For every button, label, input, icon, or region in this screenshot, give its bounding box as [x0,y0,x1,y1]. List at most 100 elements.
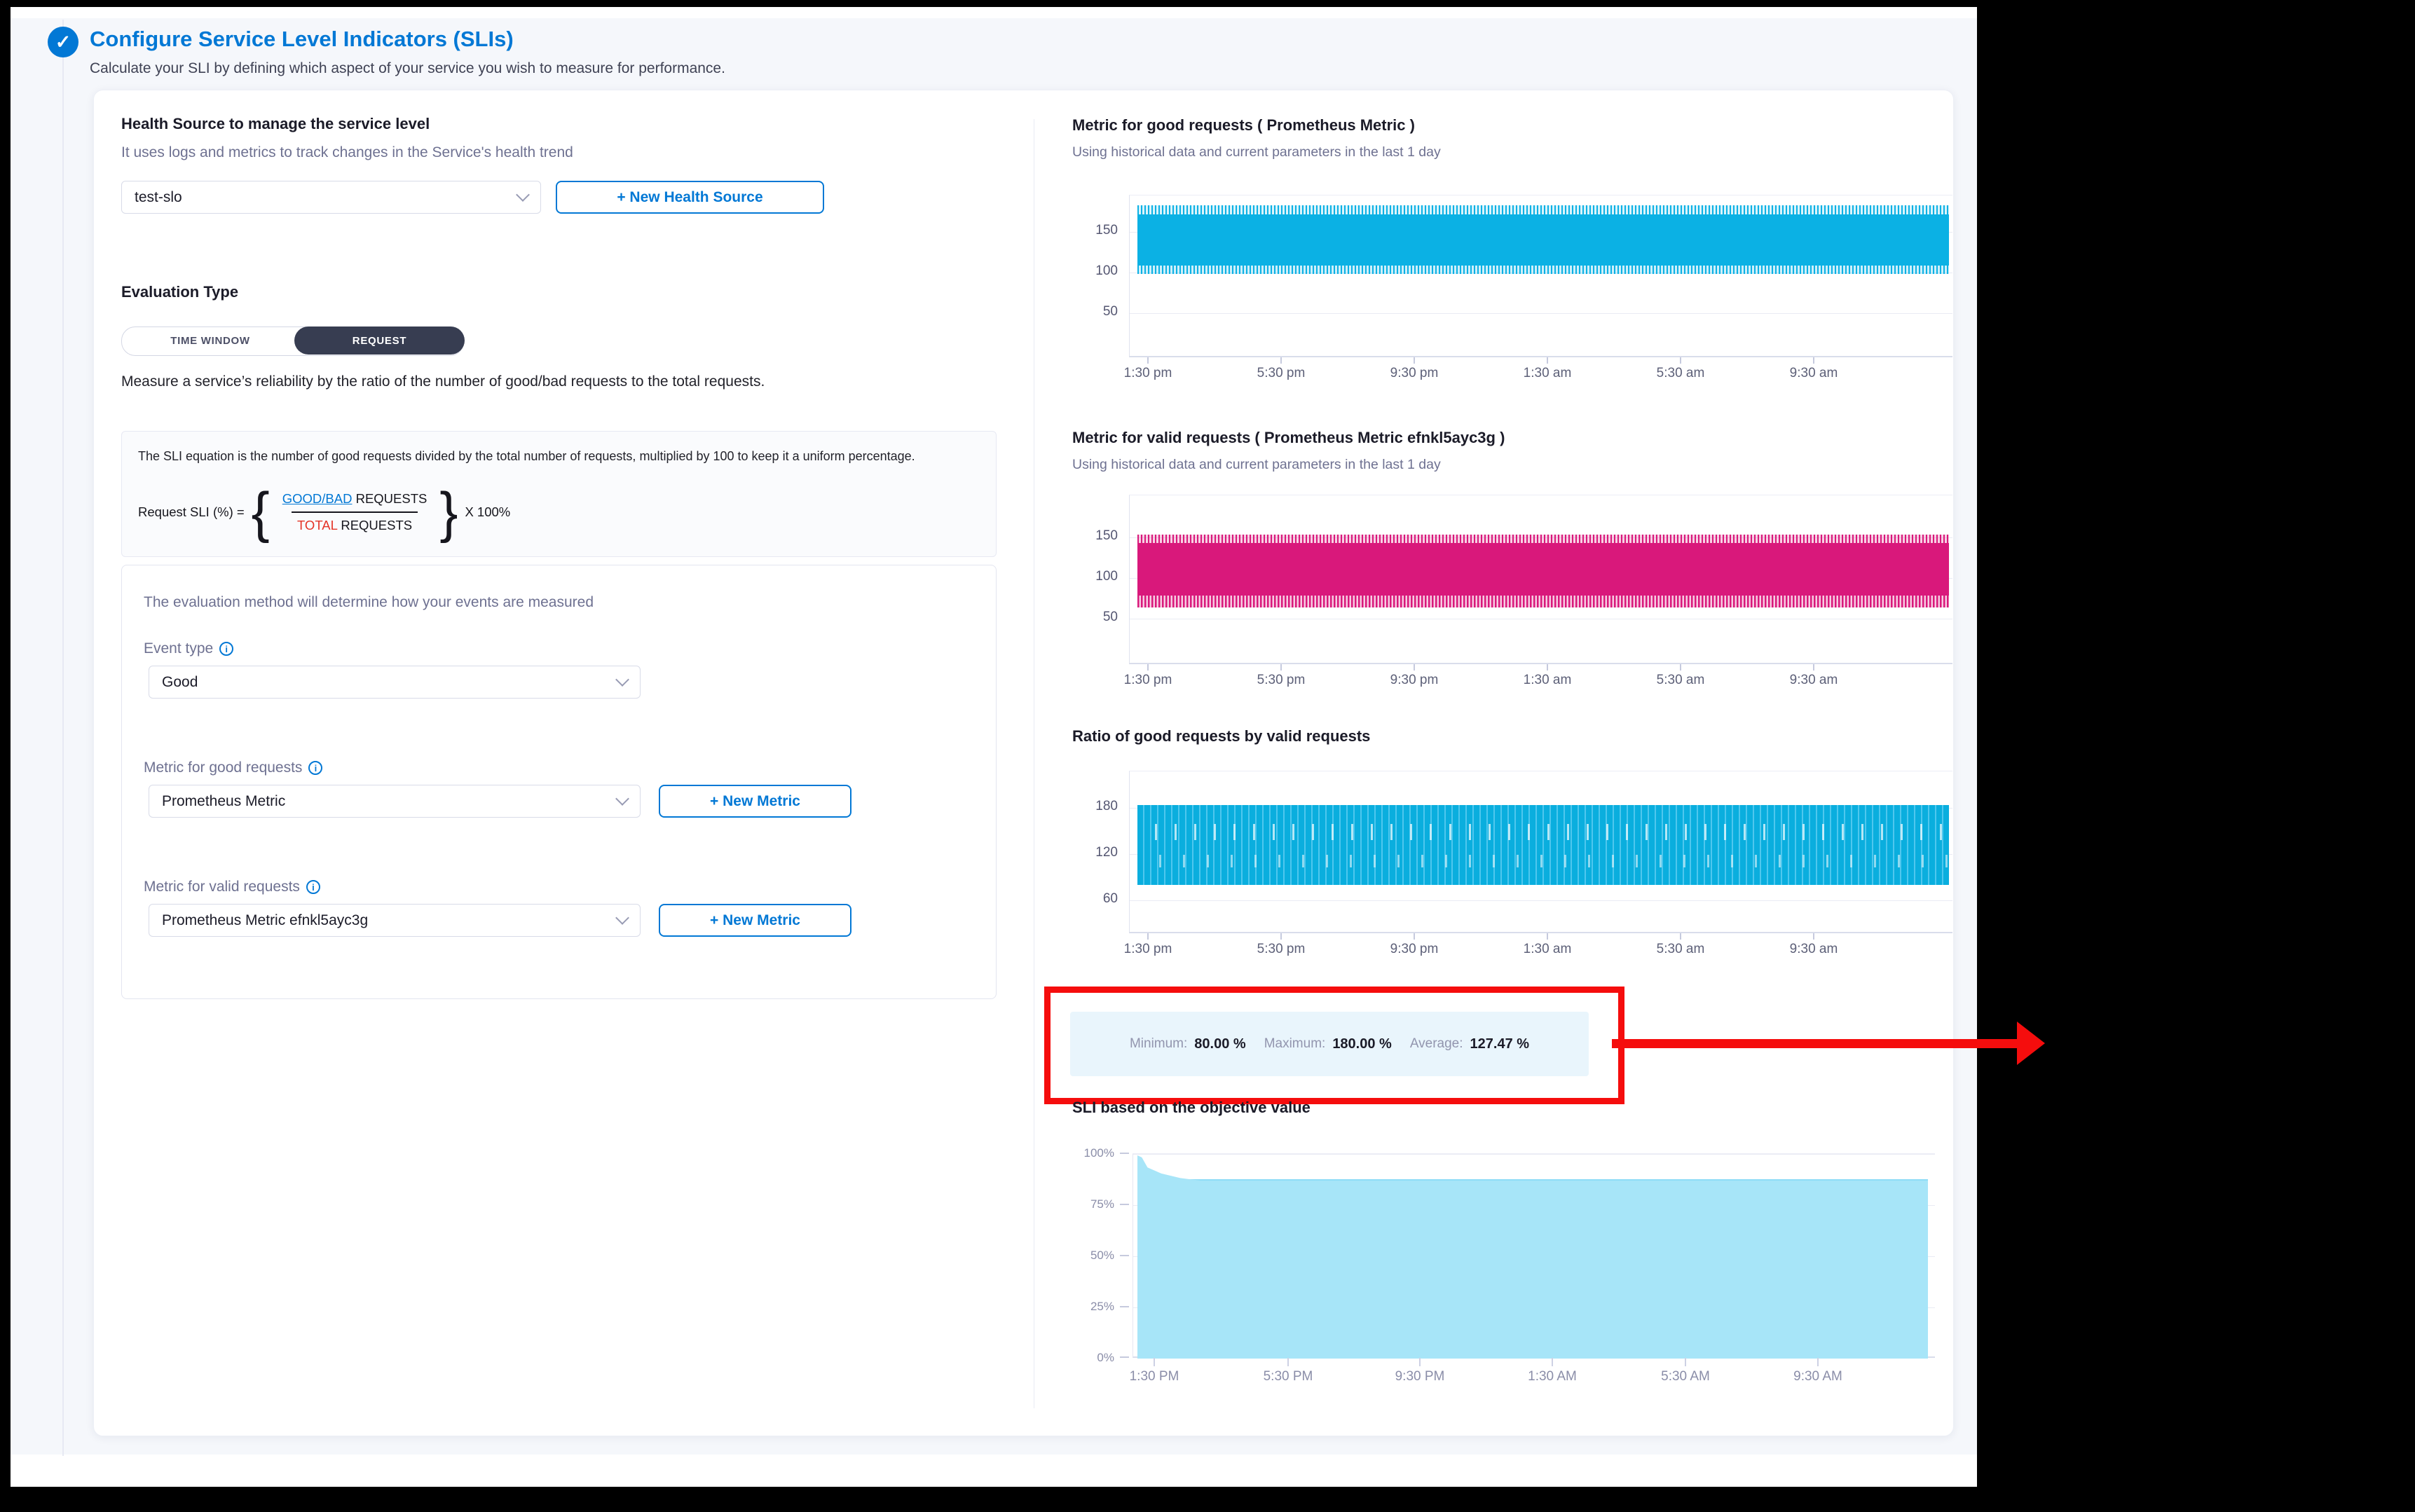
valid-metric-select[interactable]: Prometheus Metric efnkl5ayc3g [149,904,641,937]
info-icon[interactable]: i [308,761,322,775]
info-icon[interactable]: i [219,642,233,656]
event-type-label-row: Event type i [144,640,233,657]
ytick: 50 [1055,610,1118,625]
annotation-arrow-head [2017,1022,2045,1065]
new-health-source-button[interactable]: + New Health Source [556,181,824,214]
evaluation-type-toggle[interactable]: TIME WINDOW REQUEST [121,327,464,356]
valid-metric-value: Prometheus Metric efnkl5ayc3g [162,912,368,929]
equation-numerator-rest: REQUESTS [352,491,427,506]
chart-sli-plot [1133,1153,1935,1358]
good-metric-label-row: Metric for good requests i [144,760,322,776]
chart-sli-title: SLI based on the objective value [1072,1099,1311,1117]
xtick: 5:30 PM [1243,1369,1334,1384]
new-metric-label: + New Metric [710,793,800,810]
xtick: 1:30 am [1502,366,1593,381]
sli-equation-note: The SLI equation is the number of good r… [138,447,979,465]
chart-good-plot [1129,195,1952,357]
chart-ratio-plot [1129,771,1952,933]
equation-fraction: GOOD/BAD REQUESTS TOTAL REQUESTS [277,491,433,533]
new-metric-button-valid[interactable]: + New Metric [659,904,851,937]
info-icon[interactable]: i [306,880,320,894]
ytick: 150 [1055,528,1118,544]
equation-multiplier: X 100% [465,504,510,520]
xtick: 1:30 AM [1507,1369,1598,1384]
top-strip [11,7,1977,18]
chevron-down-icon [615,792,629,806]
good-metric-value: Prometheus Metric [162,793,285,810]
toggle-time-window[interactable]: TIME WINDOW [122,327,299,355]
xtick: 1:30 PM [1109,1369,1200,1384]
xtick: 5:30 pm [1236,366,1327,381]
ytick: 100% [1051,1146,1114,1160]
chevron-down-icon [615,911,629,925]
xtick: 9:30 AM [1772,1369,1863,1384]
event-type-select[interactable]: Good [149,666,641,699]
event-type-value: Good [162,674,198,691]
evaluation-type-heading: Evaluation Type [121,283,238,301]
xtick: 9:30 pm [1369,942,1460,957]
ytick: 120 [1055,845,1118,860]
check-icon: ✓ [55,33,71,52]
equation-denominator-rest: REQUESTS [337,518,412,532]
event-type-label: Event type [144,640,213,657]
chevron-down-icon [516,188,530,202]
chart-good-subtitle: Using historical data and current parame… [1072,144,1441,160]
chart-valid-plot [1129,495,1952,664]
valid-metric-label: Metric for valid requests [144,879,300,895]
xtick: 9:30 PM [1374,1369,1465,1384]
good-metric-select[interactable]: Prometheus Metric [149,785,641,818]
step-complete-icon: ✓ [48,27,78,57]
bottom-strip [11,1455,1977,1487]
new-metric-button-good[interactable]: + New Metric [659,785,851,818]
ytick: 75% [1051,1197,1114,1211]
xtick: 1:30 pm [1102,673,1193,688]
health-source-selected-value: test-slo [135,189,182,206]
toggle-request[interactable]: REQUEST [294,327,465,355]
sli-equation: Request SLI (%) = { GOOD/BAD REQUESTS TO… [138,489,510,535]
xtick: 5:30 am [1635,366,1726,381]
health-source-description: It uses logs and metrics to track change… [121,144,573,161]
chart-valid-title: Metric for valid requests ( Prometheus M… [1072,429,1505,447]
page-subtitle: Calculate your SLI by defining which asp… [90,60,725,77]
xtick: 5:30 am [1635,673,1726,688]
chart-good-series-band [1137,205,1949,274]
request-description: Measure a service’s reliability by the r… [121,371,955,392]
ytick: 50 [1055,304,1118,319]
new-health-source-label: + New Health Source [617,189,762,206]
equation-numerator-link: GOOD/BAD [282,491,353,506]
stepper-line [62,20,64,1456]
xtick: 9:30 pm [1369,673,1460,688]
xtick: 1:30 pm [1102,942,1193,957]
ytick: 180 [1055,799,1118,814]
ytick: 60 [1055,891,1118,907]
chevron-down-icon [615,673,629,687]
ytick: 50% [1051,1249,1114,1263]
chart-ratio-title: Ratio of good requests by valid requests [1072,727,1370,745]
xtick: 1:30 am [1502,673,1593,688]
xtick: 5:30 AM [1640,1369,1731,1384]
right-brace: } [439,488,458,536]
ytick: 100 [1055,569,1118,584]
good-metric-label: Metric for good requests [144,760,302,776]
xtick: 1:30 am [1502,942,1593,957]
chart-sli-initial-spike [1137,1155,1200,1181]
ytick: 100 [1055,263,1118,279]
health-source-heading: Health Source to manage the service leve… [121,115,430,133]
valid-metric-label-row: Metric for valid requests i [144,879,320,895]
left-brace: { [252,488,270,536]
xtick: 9:30 am [1768,942,1859,957]
chart-good-title: Metric for good requests ( Prometheus Me… [1072,116,1415,135]
ytick: 0% [1051,1351,1114,1365]
screen: ✓ Configure Service Level Indicators (SL… [0,0,2415,1512]
chart-sli-series-area [1137,1179,1928,1359]
xtick: 5:30 pm [1236,673,1327,688]
ytick: 25% [1051,1300,1114,1314]
annotation-highlight-rect [1044,987,1624,1104]
ytick: 150 [1055,223,1118,238]
chart-valid-subtitle: Using historical data and current parame… [1072,457,1441,473]
health-source-select[interactable]: test-slo [121,181,541,214]
annotation-arrow-shaft [1612,1039,2018,1048]
xtick: 9:30 am [1768,366,1859,381]
equation-lhs: Request SLI (%) = [138,504,245,520]
xtick: 9:30 am [1768,673,1859,688]
